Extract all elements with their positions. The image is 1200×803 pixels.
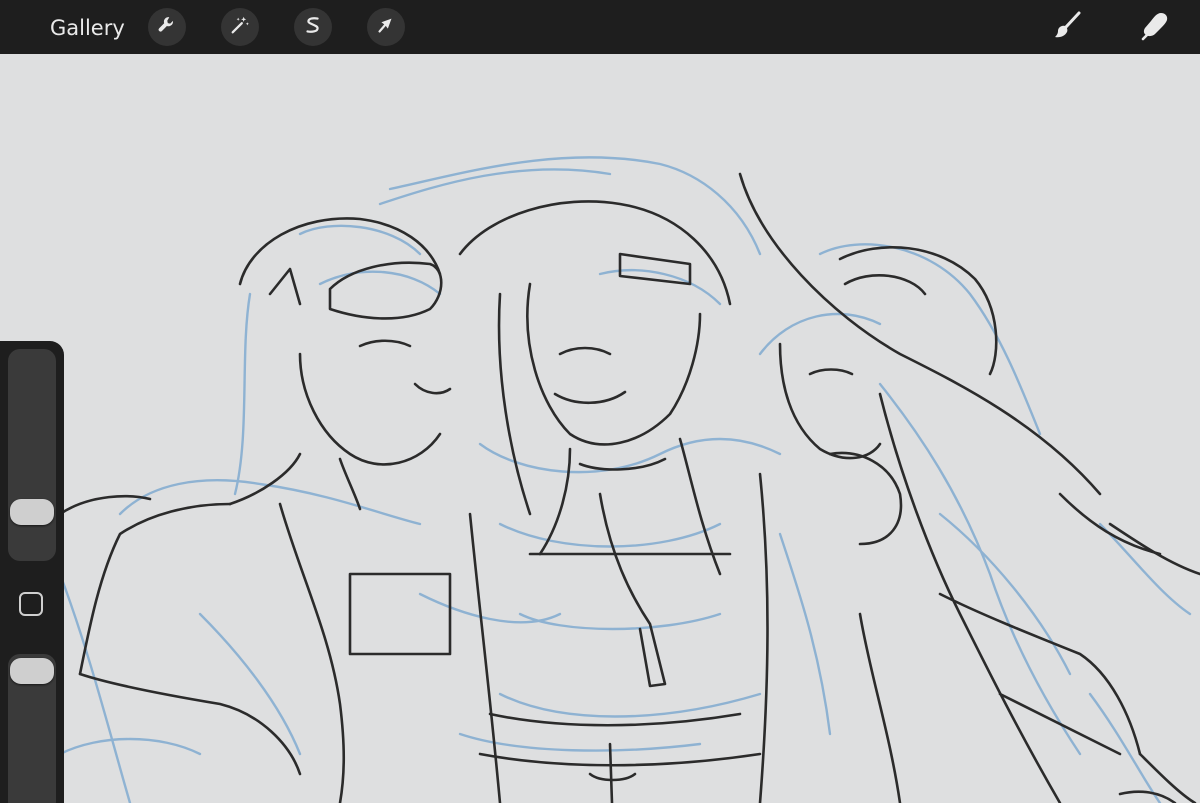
selection-s-icon bbox=[302, 14, 324, 40]
left-sidebar bbox=[0, 341, 64, 803]
gallery-button[interactable]: Gallery bbox=[50, 14, 125, 42]
top-toolbar: Gallery bbox=[0, 0, 1200, 54]
procreate-app: Gallery bbox=[0, 0, 1200, 803]
sketch-artwork bbox=[58, 156, 1200, 803]
magic-wand-icon bbox=[229, 14, 251, 40]
brush-size-slider-thumb[interactable] bbox=[10, 498, 54, 525]
brush-tool-button[interactable] bbox=[1050, 9, 1086, 45]
drawing-canvas[interactable] bbox=[0, 54, 1200, 803]
brush-icon bbox=[1053, 10, 1083, 44]
brush-size-slider[interactable] bbox=[8, 349, 56, 561]
arrow-cursor-icon bbox=[375, 14, 397, 40]
opacity-slider[interactable] bbox=[8, 654, 56, 803]
smudge-tool-button[interactable] bbox=[1137, 9, 1173, 45]
transform-button[interactable] bbox=[367, 8, 405, 46]
square-modify-icon[interactable] bbox=[19, 592, 43, 616]
adjustments-button[interactable] bbox=[221, 8, 259, 46]
selection-button[interactable] bbox=[294, 8, 332, 46]
wrench-icon bbox=[156, 14, 178, 40]
actions-button[interactable] bbox=[148, 8, 186, 46]
smudge-finger-icon bbox=[1139, 9, 1171, 45]
opacity-slider-thumb[interactable] bbox=[10, 658, 54, 684]
